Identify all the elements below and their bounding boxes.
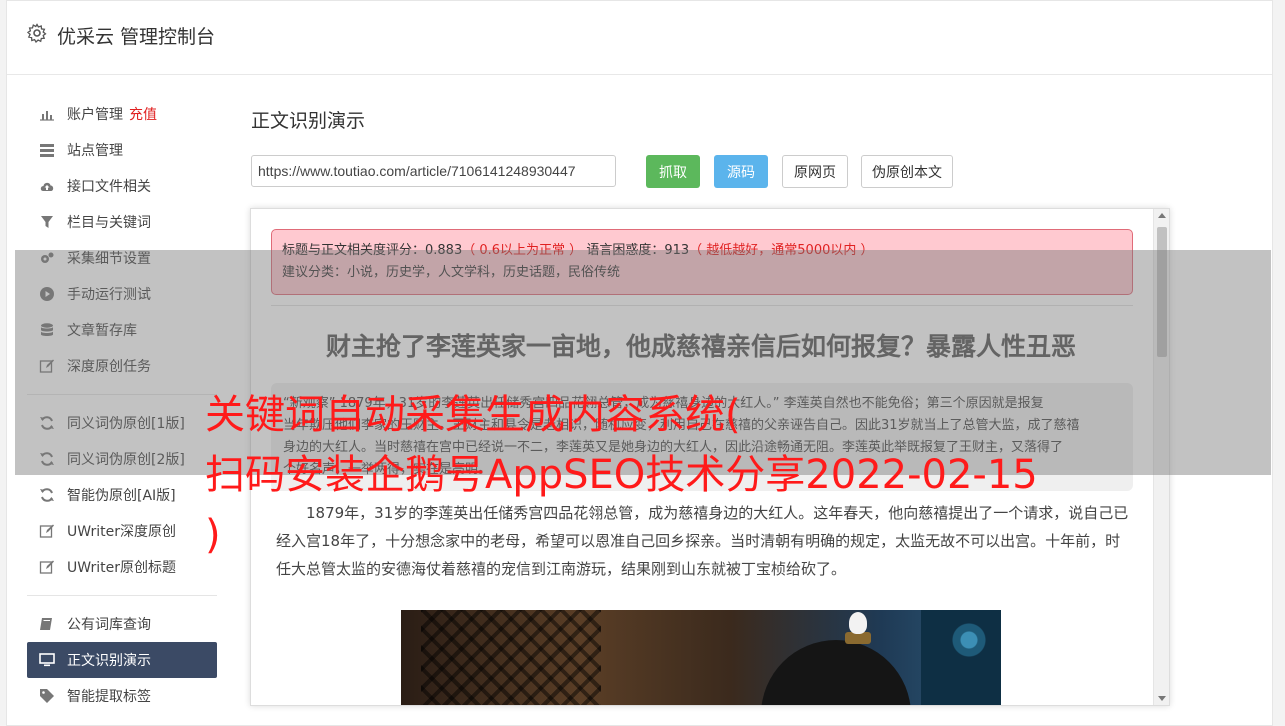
sidebar-item-account[interactable]: 账户管理 充值 [27,96,217,132]
sidebar-item-uwriter-deep[interactable]: UWriter深度原创 [27,513,217,549]
refresh-icon [39,451,55,467]
score-line: 标题与正文相关度评分：0.883（ 0.6以上为正常 ） 语言困惑度：913（ … [282,240,1122,262]
sidebar-item-label: 智能提取标签 [67,689,151,705]
article-image [401,610,1001,705]
image-hat-finial [849,612,867,634]
play-circle-icon [39,286,55,302]
sidebar-item-label: 栏目与关键词 [67,215,151,231]
quote-line: 个好名声，一举两得，实在是高明。 [283,462,492,477]
scroll-down-icon[interactable] [1158,696,1166,701]
cogs-icon [39,250,55,266]
perplexity-note: （ 越低越好，通常5000以内 ） [689,243,874,258]
suggested-categories: 建议分类：小说，历史学，人文学科，历史话题，民俗传统 [282,265,621,280]
app-title: 优采云 管理控制台 [57,26,216,48]
sidebar-item-label: UWriter深度原创 [67,524,176,540]
image-peacock-feather [921,610,1001,705]
sidebar-item-label: 手动运行测试 [67,287,151,303]
article-title: 财主抢了李莲英家一亩地，他成慈禧亲信后如何报复？暴露人性丑恶 [325,332,1076,361]
score-label: 标题与正文相关度评分：0.883 [282,243,463,258]
sidebar-item-extract-tags[interactable]: 智能提取标签 [27,678,217,714]
sidebar-item-label: 账户管理 [67,107,123,123]
score-note: （ 0.6以上为正常 ） [462,243,583,258]
sidebar-item-label: UWriter原创标题 [67,560,176,576]
perplexity-label: 语言困惑度：913 [586,243,690,258]
sidebar-item-sites[interactable]: 站点管理 [27,132,217,168]
quote-line: “新观察” 1879年，31岁的李莲英出任储秀宫四品花翎总管，成为慈禧身边的大红… [283,396,1044,411]
url-input[interactable] [251,155,616,187]
sidebar-item-label: 采集细节设置 [67,251,151,267]
sidebar-item-label: 正文识别演示 [67,653,151,669]
sidebar-item-manual-run[interactable]: 手动运行测试 [27,276,217,312]
result-panel[interactable]: 标题与正文相关度评分：0.883（ 0.6以上为正常 ） 语言困惑度：913（ … [250,208,1170,706]
sidebar-item-text-recognition[interactable]: 正文识别演示 [27,642,217,678]
sidebar-item-uwriter-title[interactable]: UWriter原创标题 [27,549,217,585]
sidebar-item-label: 站点管理 [67,143,123,159]
filter-icon [39,214,55,230]
original-page-button[interactable]: 原网页 [782,155,848,188]
image-hat [761,640,911,705]
edit-icon [39,559,55,575]
book-icon [39,616,55,632]
quote-line: 身边的大红人。当时慈禧在宫中已经说一不二，李莲英又是她身边的大红人，因此沿途畅通… [283,440,1064,455]
sidebar-item-label: 同义词伪原创[1版] [67,416,185,432]
score-alert: 标题与正文相关度评分：0.883（ 0.6以上为正常 ） 语言困惑度：913（ … [271,229,1133,295]
sidebar-item-public-lexicon[interactable]: 公有词库查询 [27,606,217,642]
sidebar-item-label: 同义词伪原创[2版] [67,452,185,468]
sidebar-item-deep-original-task[interactable]: 深度原创任务 [27,348,217,384]
sidebar-item-interface-files[interactable]: 接口文件相关 [27,168,217,204]
bar-chart-icon [39,106,55,122]
sidebar-item-synonym-v2[interactable]: 同义词伪原创[2版] [27,441,217,477]
sidebar-item-ai-rewrite[interactable]: 智能伪原创[AI版] [27,477,217,513]
result-divider [271,305,1133,306]
refresh-icon [39,487,55,503]
header: 优采云 管理控制台 [7,1,1272,75]
edit-icon [39,358,55,374]
sidebar-item-label: 智能伪原创[AI版] [67,488,176,504]
sidebar-item-label: 接口文件相关 [67,179,151,195]
sidebar-item-columns-keywords[interactable]: 栏目与关键词 [27,204,217,240]
sidebar-divider [27,595,217,596]
gear-icon [27,23,47,43]
sidebar-item-label: 公有词库查询 [67,617,151,633]
database-icon [39,322,55,338]
sidebar-item-synonym-v1[interactable]: 同义词伪原创[1版] [27,405,217,441]
sidebar-item-collect-settings[interactable]: 采集细节设置 [27,240,217,276]
source-button[interactable]: 源码 [714,155,768,188]
tag-icon [39,688,55,704]
image-lattice [421,610,601,705]
desktop-icon [39,652,55,668]
scroll-thumb[interactable] [1157,227,1167,357]
sidebar-item-article-store[interactable]: 文章暂存库 [27,312,217,348]
server-icon [39,142,55,158]
fetch-button[interactable]: 抓取 [646,155,700,188]
sidebar-item-label: 文章暂存库 [67,323,137,339]
refresh-icon [39,415,55,431]
result-scrollbar[interactable] [1153,209,1169,705]
scroll-up-icon[interactable] [1158,213,1166,218]
quote-line: 当年欺压他们李家的王财主。王财主和县令是老相识，随机应变，利用自己在慈禧的父亲诬… [283,418,1080,433]
rewrite-article-button[interactable]: 伪原创本文 [861,155,953,188]
edit-icon [39,523,55,539]
cloud-upload-icon [39,178,55,194]
article-paragraph: 1879年，31岁的李莲英出任储秀宫四品花翎总管，成为慈禧身边的大红人。这年春天… [276,504,1129,578]
recharge-link[interactable]: 充值 [129,104,157,124]
sidebar: 账户管理 充值 站点管理 接口文件相关 栏目与关键词 采集细节设置 手动运行测试… [27,96,217,714]
sidebar-divider [27,394,217,395]
page-title: 正文识别演示 [251,110,366,132]
sidebar-item-label: 深度原创任务 [67,359,151,375]
article-quote: “新观察” 1879年，31岁的李莲英出任储秀宫四品花翎总管，成为慈禧身边的大红… [271,383,1133,491]
